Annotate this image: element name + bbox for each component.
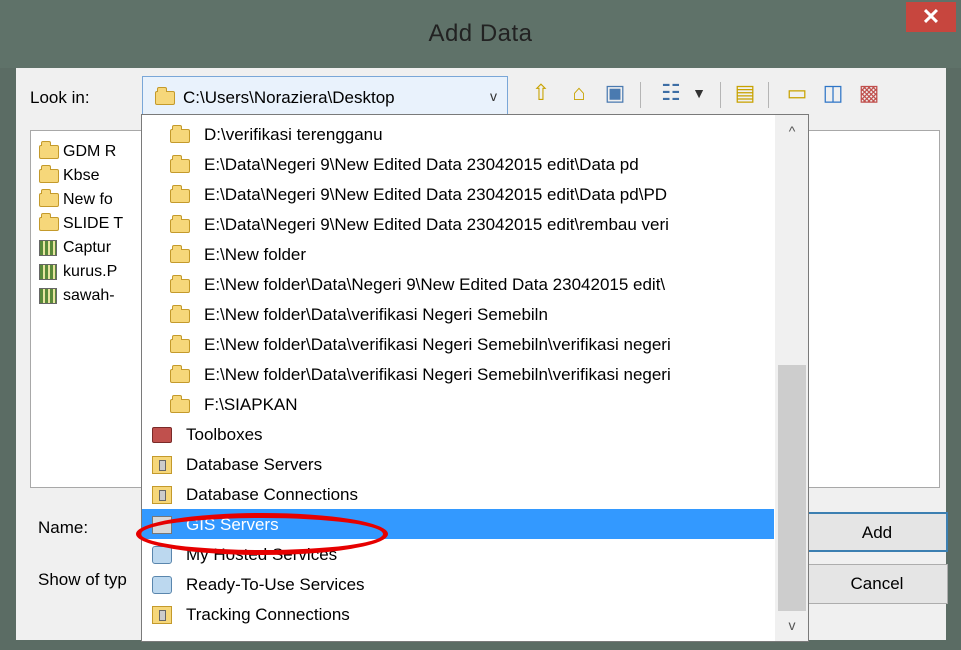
dropdown-item[interactable]: E:\New folder\Data\Negeri 9\New Edited D…	[142, 269, 774, 299]
dropdown-item[interactable]: E:\New folder\Data\verifikasi Negeri Sem…	[142, 329, 774, 359]
folder-icon	[39, 213, 59, 231]
ready-to-use-services-icon	[152, 576, 172, 594]
scroll-up-icon[interactable]: ^	[775, 123, 808, 139]
dropdown-item-toolboxes[interactable]: Toolboxes	[142, 419, 774, 449]
toolbar-separator	[720, 82, 721, 108]
database-server-icon	[152, 456, 172, 474]
folder-icon	[39, 189, 59, 207]
folder-icon	[170, 125, 190, 143]
new-folder-icon[interactable]: ▤	[730, 78, 760, 108]
folder-icon	[170, 395, 190, 413]
folder-icon	[170, 275, 190, 293]
database-connection-icon	[152, 486, 172, 504]
view-list-icon[interactable]: ☷	[656, 78, 686, 108]
dropdown-item-database-connections[interactable]: Database Connections	[142, 479, 774, 509]
name-label: Name:	[38, 518, 89, 537]
close-button[interactable]: ✕	[906, 2, 956, 32]
folder-icon	[170, 215, 190, 233]
toolbar-separator	[768, 82, 769, 108]
folder-icon	[170, 365, 190, 383]
look-in-dropdown-list[interactable]: D:\verifikasi terengganu E:\Data\Negeri …	[141, 114, 809, 642]
add-button[interactable]: Add	[806, 512, 948, 552]
folder-icon[interactable]: ▭	[782, 78, 812, 108]
raster-icon	[39, 264, 57, 280]
hosted-services-icon	[152, 546, 172, 564]
toolbar-separator	[640, 82, 641, 108]
toolbox-icon[interactable]: ▩	[854, 78, 884, 108]
dropdown-item[interactable]: F:\SIAPKAN	[142, 389, 774, 419]
connect-folder-icon[interactable]: ▣	[600, 78, 630, 108]
window-title: Add Data	[428, 20, 533, 47]
new-shapefile-icon[interactable]: ◫	[818, 78, 848, 108]
title-bar: Add Data ✕	[0, 0, 961, 68]
view-dropdown-icon[interactable]: ▼	[684, 78, 714, 108]
dropdown-item-database-servers[interactable]: Database Servers	[142, 449, 774, 479]
look-in-label: Look in:	[30, 88, 90, 107]
folder-icon	[170, 185, 190, 203]
show-of-type-label: Show of typ	[38, 570, 127, 589]
home-icon[interactable]: ⌂	[564, 78, 594, 108]
folder-icon	[39, 165, 59, 183]
up-one-level-icon[interactable]: ⇧	[526, 78, 556, 108]
gis-server-icon	[152, 516, 172, 534]
folder-icon	[170, 305, 190, 323]
dropdown-item-ready-to-use-services[interactable]: Ready-To-Use Services	[142, 569, 774, 599]
dropdown-scrollbar[interactable]: ^ v	[775, 115, 808, 641]
folder-icon	[155, 87, 175, 105]
dropdown-item-my-hosted-services[interactable]: My Hosted Services	[142, 539, 774, 569]
dropdown-item[interactable]: E:\New folder\Data\verifikasi Negeri Sem…	[142, 359, 774, 389]
dropdown-item-tracking-connections[interactable]: Tracking Connections	[142, 599, 774, 629]
dropdown-item[interactable]: E:\Data\Negeri 9\New Edited Data 2304201…	[142, 149, 774, 179]
raster-icon	[39, 240, 57, 256]
chevron-down-icon[interactable]: v	[490, 88, 497, 104]
cancel-button[interactable]: Cancel	[806, 564, 948, 604]
toolbox-icon	[152, 427, 172, 443]
scroll-down-icon[interactable]: v	[775, 617, 808, 633]
folder-icon	[170, 335, 190, 353]
scrollbar-thumb[interactable]	[778, 365, 806, 611]
folder-icon	[170, 245, 190, 263]
raster-icon	[39, 288, 57, 304]
folder-icon	[39, 141, 59, 159]
dropdown-item[interactable]: D:\verifikasi terengganu	[142, 119, 774, 149]
tracking-connection-icon	[152, 606, 172, 624]
look-in-combobox[interactable]: C:\Users\Noraziera\Desktop v	[142, 76, 508, 118]
folder-icon	[170, 155, 190, 173]
look-in-value: C:\Users\Noraziera\Desktop	[183, 88, 395, 107]
dropdown-item[interactable]: E:\New folder\Data\verifikasi Negeri Sem…	[142, 299, 774, 329]
dropdown-item-gis-servers[interactable]: GIS Servers	[142, 509, 774, 539]
dropdown-item[interactable]: E:\New folder	[142, 239, 774, 269]
dropdown-item[interactable]: E:\Data\Negeri 9\New Edited Data 2304201…	[142, 209, 774, 239]
dropdown-item[interactable]: E:\Data\Negeri 9\New Edited Data 2304201…	[142, 179, 774, 209]
